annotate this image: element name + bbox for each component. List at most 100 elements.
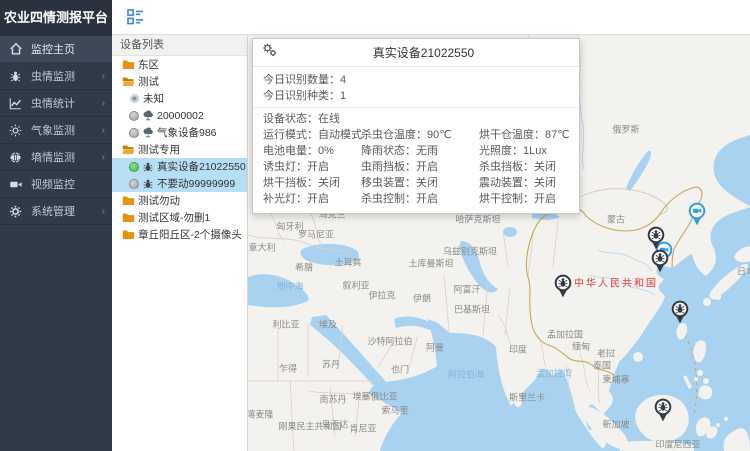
gear-icon [9, 204, 24, 219]
popup-divider [253, 107, 579, 108]
device-tree-item[interactable]: 20000002 [112, 107, 247, 124]
folder-closed-icon [122, 212, 135, 223]
sidebar-item-label: 墒情监测 [31, 149, 100, 165]
folder-closed-icon [122, 195, 135, 206]
popup-grid-cell: 运行模式：自动模式 [263, 127, 361, 143]
chevron-right-icon: › [102, 206, 105, 217]
device-tree: 东区测试未知 20000002 气象设备986 测试专用真实设备21022550 不要动… [112, 56, 247, 243]
weather-icon [142, 127, 154, 138]
sidebar-item-3[interactable]: 虫情统计› [0, 90, 112, 117]
status-dot-offline [129, 179, 139, 189]
chevron-right-icon: › [102, 98, 105, 109]
popup-grid-cell: 杀虫控制：开启 [361, 191, 479, 207]
insect-device-pin[interactable] [651, 249, 670, 278]
tree-item-label: 不要动99999999 [157, 176, 235, 191]
popup-body: 今日识别数量：4今日识别种类：1 设备状态：在线 运行模式：自动模式杀虫仓温度：… [253, 67, 579, 213]
gears-icon[interactable] [262, 43, 277, 62]
popup-grid-row: 电池电量：0%降雨状态：无雨光照度：1Lux [263, 143, 569, 159]
insect-device-pin[interactable] [554, 274, 573, 303]
sidebar-menu: 监控主页虫情监测›虫情统计›气象监测›墒情监测›视频监控系统管理› [0, 36, 112, 225]
popup-grid-row: 运行模式：自动模式杀虫仓温度：90℃烘干仓温度：87℃ [263, 127, 569, 143]
sidebar-item-6[interactable]: 视频监控 [0, 171, 112, 198]
tree-item-label: 章丘阳丘区-2个摄像头 [138, 227, 242, 242]
tree-item-label: 东区 [138, 57, 159, 72]
chart-icon [9, 96, 24, 111]
popup-grid-cell: 震动装置：关闭 [479, 175, 569, 191]
popup-grid-cell: 烘干控制：开启 [479, 191, 569, 207]
tree-item-label: 真实设备21022550 [157, 159, 246, 174]
device-tree-folder[interactable]: 章丘阳丘区-2个摄像头 [112, 226, 247, 243]
device-list-panel: 设备列表 东区测试未知 20000002 气象设备986 测试专用真实设备210225… [112, 35, 248, 451]
sidebar-item-4[interactable]: 气象监测› [0, 117, 112, 144]
sidebar: 农业四情测报平台 监控主页虫情监测›虫情统计›气象监测›墒情监测›视频监控系统管… [0, 0, 112, 451]
topbar [112, 0, 750, 35]
status-dot-online [129, 162, 139, 172]
popup-status-row: 设备状态：在线 [263, 111, 569, 127]
folder-open-icon [122, 144, 135, 155]
folder-open-icon [122, 76, 135, 87]
app-title: 农业四情测报平台 [0, 0, 112, 36]
sidebar-item-label: 气象监测 [31, 122, 100, 138]
folder-closed-icon [122, 229, 135, 240]
tree-item-label: 气象设备986 [157, 125, 217, 140]
popup-summary-row: 今日识别数量：4 [263, 72, 569, 88]
sidebar-item-label: 虫情监测 [31, 68, 100, 84]
status-dot-offline [129, 111, 139, 121]
weather-icon [142, 110, 154, 121]
device-list-header: 设备列表 [112, 35, 247, 56]
popup-grid-cell: 烘干挡板：关闭 [263, 175, 361, 191]
popup-grid-cell: 电池电量：0% [263, 143, 361, 159]
sidebar-item-label: 系统管理 [31, 203, 100, 219]
device-tree-item[interactable]: 真实设备21022550 [112, 158, 247, 175]
chevron-right-icon: › [102, 71, 105, 82]
insect-device-pin[interactable] [671, 300, 690, 329]
device-tree-folder[interactable]: 测试区域-勿删1 [112, 209, 247, 226]
globe-icon [9, 150, 24, 165]
insect-device-pin[interactable] [654, 398, 673, 427]
device-tree-folder[interactable]: 测试 [112, 73, 247, 90]
sidebar-item-7[interactable]: 系统管理› [0, 198, 112, 225]
popup-grid-row: 补光灯：开启杀虫控制：开启烘干控制：开启 [263, 191, 569, 207]
tree-item-label: 20000002 [157, 110, 204, 122]
sun-icon [9, 123, 24, 138]
device-tree-item[interactable]: 不要动99999999 [112, 175, 247, 192]
sidebar-item-1[interactable]: 监控主页 [0, 36, 112, 63]
device-tree-toggle-icon[interactable] [127, 9, 144, 30]
status-dot-offline [129, 128, 139, 138]
popup-grid-cell: 杀虫挡板：关闭 [479, 159, 569, 175]
popup-grid-cell: 杀虫仓温度：90℃ [361, 127, 479, 143]
tree-item-label: 测试专用 [138, 142, 180, 157]
home-icon [9, 42, 24, 57]
popup-grid-cell: 烘干仓温度：87℃ [479, 127, 570, 143]
location-icon [129, 93, 140, 104]
tree-item-label: 测试 [138, 74, 159, 89]
popup-grid-cell: 降雨状态：无雨 [361, 143, 479, 159]
device-tree-folder[interactable]: 测试专用 [112, 141, 247, 158]
sidebar-item-5[interactable]: 墒情监测› [0, 144, 112, 171]
agri-monitoring-app: { "app": { "title": "农业四情测报平台" }, "punct… [0, 0, 750, 451]
popup-title: 真实设备21022550 [277, 44, 570, 61]
sidebar-item-2[interactable]: 虫情监测› [0, 63, 112, 90]
tree-item-label: 测试勿动 [138, 193, 180, 208]
sidebar-item-label: 视频监控 [31, 176, 105, 192]
popup-grid-cell: 移虫装置：关闭 [361, 175, 479, 191]
popup-grid-cell: 虫雨挡板：开启 [361, 159, 479, 175]
popup-grid-cell: 补光灯：开启 [263, 191, 361, 207]
tree-item-label: 未知 [143, 91, 164, 106]
chevron-right-icon: › [102, 125, 105, 136]
device-tree-item[interactable]: 气象设备986 [112, 124, 247, 141]
device-info-popup: 真实设备21022550 今日识别数量：4今日识别种类：1 设备状态：在线 运行… [252, 38, 580, 214]
sidebar-item-label: 监控主页 [31, 41, 105, 57]
popup-grid-cell: 光照度：1Lux [479, 143, 569, 159]
device-tree-item[interactable]: 未知 [112, 90, 247, 107]
popup-grid-cell: 诱虫灯：开启 [263, 159, 361, 175]
insect-icon [142, 161, 154, 173]
device-tree-folder[interactable]: 测试勿动 [112, 192, 247, 209]
folder-closed-icon [122, 59, 135, 70]
camera-device-pin[interactable] [688, 202, 707, 231]
tree-item-label: 测试区域-勿删1 [138, 210, 210, 225]
chevron-right-icon: › [102, 152, 105, 163]
popup-header: 真实设备21022550 [253, 39, 579, 67]
device-tree-folder[interactable]: 东区 [112, 56, 247, 73]
popup-grid-row: 烘干挡板：关闭移虫装置：关闭震动装置：关闭 [263, 175, 569, 191]
